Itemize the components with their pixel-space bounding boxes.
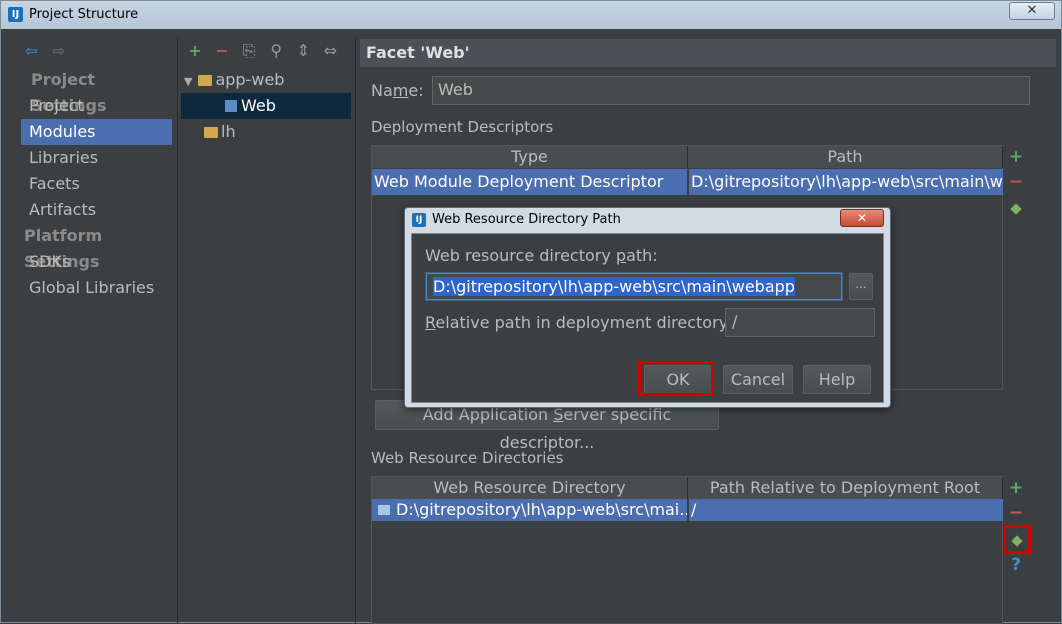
sidebar-item-global-libraries[interactable]: Global Libraries	[21, 275, 172, 301]
module-folder-icon	[198, 75, 213, 86]
wrd-row-relative[interactable]: /	[689, 499, 1003, 521]
browse-button[interactable]: ...	[849, 273, 873, 300]
web-resource-directories-table: Web Resource Directory Path Relative to …	[371, 476, 1003, 624]
sidebar-item-libraries[interactable]: Libraries	[21, 145, 172, 171]
tree-node-lh[interactable]: lh	[181, 119, 351, 145]
help-icon[interactable]: ?	[1006, 555, 1026, 575]
expand-arrow-icon[interactable]: ▼	[184, 75, 192, 88]
settings-sidebar: Project Settings Project Modules Librari…	[21, 67, 172, 301]
splitter-left[interactable]	[177, 37, 178, 624]
path-input[interactable]: D:\gitrepository\lh\app-web\src\main\web…	[426, 273, 842, 300]
sidebar-item-facets[interactable]: Facets	[21, 171, 172, 197]
tree-node-label: app-web	[215, 70, 285, 89]
relative-path-label: Relative path in deployment directory:	[425, 313, 733, 332]
find-icon[interactable]: ⚲	[265, 41, 287, 60]
add-resource-dir-icon[interactable]: +	[1006, 478, 1026, 498]
column-header-relative-path[interactable]: Path Relative to Deployment Root	[688, 477, 1003, 499]
remove-resource-dir-icon[interactable]: −	[1006, 503, 1026, 523]
sidebar-item-artifacts[interactable]: Artifacts	[21, 197, 172, 223]
window-close-button[interactable]: ✕	[1009, 2, 1055, 20]
window-title: Project Structure	[29, 7, 139, 22]
web-facet-icon	[225, 100, 237, 112]
remove-icon[interactable]: −	[211, 41, 233, 60]
collapse-all-icon[interactable]: ⇔	[319, 41, 341, 60]
tree-node-app-web[interactable]: ▼ app-web	[181, 67, 351, 93]
dialog-close-button[interactable]: ✕	[840, 209, 884, 227]
splitter-right[interactable]	[355, 37, 356, 624]
column-header-path[interactable]: Path	[688, 146, 1003, 168]
dd-row-path[interactable]: D:\gitrepository\lh\app-web\src\main\web…	[689, 169, 1003, 195]
tree-node-label: Web	[241, 96, 276, 115]
intellij-icon: IJ	[412, 213, 426, 227]
web-folder-icon	[378, 505, 390, 515]
edit-descriptor-icon[interactable]	[1006, 198, 1026, 218]
remove-descriptor-icon[interactable]: −	[1006, 172, 1026, 192]
forward-arrow-icon[interactable]: ⇨	[52, 42, 65, 60]
dd-row-type[interactable]: Web Module Deployment Descriptor	[372, 169, 687, 195]
facet-name-field[interactable]: Web	[432, 76, 1030, 105]
column-header-web-resource-directory[interactable]: Web Resource Directory	[372, 477, 688, 499]
ok-highlight-box	[638, 361, 714, 396]
platform-settings-header: Platform Settings	[24, 226, 103, 271]
cancel-button[interactable]: Cancel	[723, 365, 793, 394]
add-descriptor-icon[interactable]: +	[1006, 147, 1026, 167]
edit-resource-dir-icon[interactable]	[1007, 530, 1027, 550]
project-settings-header: Project Settings	[31, 70, 107, 115]
relative-path-input[interactable]: /	[725, 308, 875, 337]
sidebar-item-modules[interactable]: Modules	[21, 119, 172, 145]
window-titlebar: IJ Project Structure ✕	[1, 1, 1061, 29]
wrd-row-dir[interactable]: D:\gitrepository\lh\app-web\src\mai...	[372, 499, 687, 521]
back-arrow-icon[interactable]: ⇦	[25, 42, 38, 60]
tree-node-label: lh	[221, 122, 236, 141]
facet-header: Facet 'Web'	[360, 39, 1056, 67]
nav-arrows: ⇦ ⇨	[25, 42, 75, 60]
path-label: Web resource directory path:	[425, 246, 658, 265]
expand-all-icon[interactable]: ⇕	[292, 41, 314, 60]
deployment-descriptors-label: Deployment Descriptors	[371, 118, 554, 136]
module-folder-icon	[204, 127, 218, 138]
intellij-icon: IJ	[8, 7, 23, 22]
add-icon[interactable]: +	[184, 41, 206, 60]
name-label: Name:	[371, 81, 424, 100]
tree-toolbar: + − ⎘ ⚲ ⇕ ⇔	[184, 41, 341, 61]
web-resource-directories-label: Web Resource Directories	[371, 449, 564, 467]
column-header-type[interactable]: Type	[372, 146, 688, 168]
copy-icon[interactable]: ⎘	[238, 41, 260, 61]
dialog-titlebar: IJ Web Resource Directory Path ✕	[405, 208, 890, 232]
dialog-title: Web Resource Directory Path	[432, 212, 621, 227]
module-tree: ▼ app-web Web lh	[181, 67, 351, 624]
tree-node-web[interactable]: Web	[181, 93, 351, 119]
help-button[interactable]: Help	[803, 365, 871, 394]
project-structure-window: IJ Project Structure ✕ ⇦ ⇨ Project Setti…	[0, 0, 1062, 624]
